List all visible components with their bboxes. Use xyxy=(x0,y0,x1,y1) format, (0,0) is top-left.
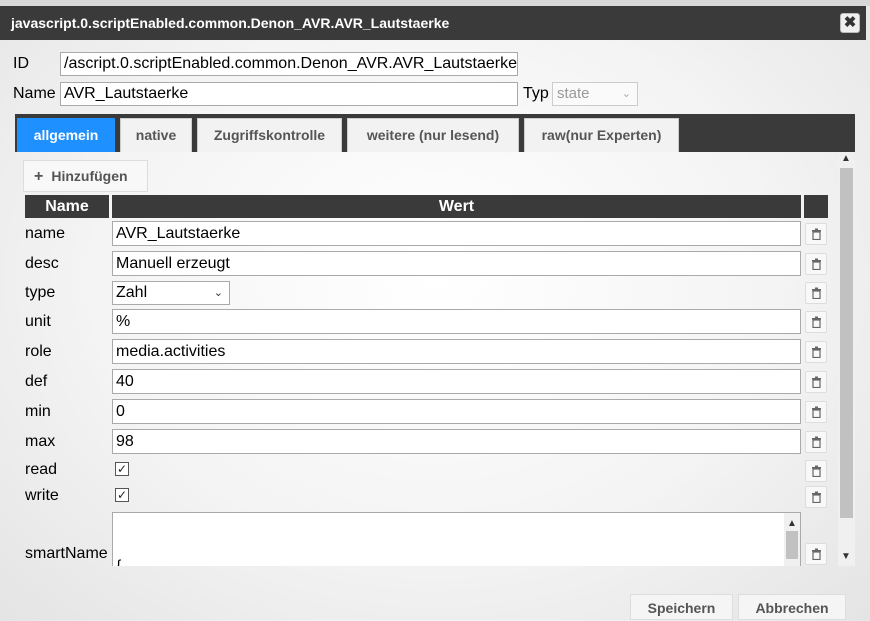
row-label-smartname: smartName xyxy=(25,545,108,562)
chevron-down-icon: ⌄ xyxy=(621,88,631,100)
value-field-def[interactable]: 40 xyxy=(112,369,801,394)
tab-native[interactable]: native xyxy=(120,118,192,152)
scroll-up-icon[interactable]: ▲ xyxy=(841,153,851,164)
name-field[interactable]: AVR_Lautstaerke xyxy=(60,82,518,106)
row-label-def: def xyxy=(25,373,48,390)
name-label: Name xyxy=(13,85,56,102)
checkmark-icon: ✓ xyxy=(116,488,128,502)
delete-button-role[interactable] xyxy=(805,341,827,363)
delete-button-read[interactable] xyxy=(805,460,827,482)
trash-icon xyxy=(812,376,821,388)
type-select[interactable]: Zahl ⌄ xyxy=(112,281,230,305)
write-checkbox[interactable]: ✓ xyxy=(115,488,129,502)
row-label-min: min xyxy=(25,403,51,420)
tab-raw[interactable]: raw(nur Experten) xyxy=(524,118,679,152)
delete-button-write[interactable] xyxy=(805,486,827,508)
delete-button-desc[interactable] xyxy=(805,253,827,275)
delete-button-smartname[interactable] xyxy=(805,543,827,565)
textarea-scrollbar[interactable]: ▲ xyxy=(784,513,800,566)
scroll-down-icon[interactable]: ▼ xyxy=(841,551,851,562)
row-label-write: write xyxy=(25,487,59,504)
smartname-textarea[interactable]: { "de": "Boxen", "byON": "40", ▲ xyxy=(112,512,801,566)
add-button-label: Hinzufügen xyxy=(51,168,128,184)
tab-allgemein[interactable]: allgemein xyxy=(17,118,115,152)
value-field-min[interactable]: 0 xyxy=(112,399,801,424)
chevron-down-icon: ⌄ xyxy=(213,287,223,299)
trash-icon xyxy=(812,406,821,418)
id-label: ID xyxy=(13,55,29,72)
column-header-actions xyxy=(804,195,828,218)
value-field-name[interactable]: AVR_Lautstaerke xyxy=(112,221,801,246)
save-button[interactable]: Speichern xyxy=(630,594,733,620)
trash-icon xyxy=(812,548,821,560)
plus-icon: + xyxy=(34,168,44,185)
smartname-text: { "de": "Boxen", "byON": "40", xyxy=(116,556,797,566)
column-header-value: Wert xyxy=(112,195,801,218)
delete-button-def[interactable] xyxy=(805,371,827,393)
row-label-read: read xyxy=(25,461,58,478)
typ-label: Typ xyxy=(523,85,549,102)
content-scrollbar[interactable]: ▲ ▼ xyxy=(838,152,855,566)
typ-select: state ⌄ xyxy=(552,82,638,106)
dialog-title: javascript.0.scriptEnabled.common.Denon_… xyxy=(11,15,450,31)
textarea-scroll-thumb[interactable] xyxy=(786,531,798,559)
delete-button-min[interactable] xyxy=(805,401,827,423)
typ-select-value: state xyxy=(557,85,590,102)
close-icon: ✖ xyxy=(843,14,857,31)
tab-weitere[interactable]: weitere (nur lesend) xyxy=(347,118,519,152)
trash-icon xyxy=(812,346,821,358)
row-label-name: name xyxy=(25,225,66,242)
type-select-value: Zahl xyxy=(116,284,148,301)
trash-icon xyxy=(812,491,821,503)
row-label-max: max xyxy=(25,433,56,450)
delete-button-unit[interactable] xyxy=(805,311,827,333)
value-field-desc[interactable]: Manuell erzeugt xyxy=(112,251,801,276)
checkmark-icon: ✓ xyxy=(116,462,128,476)
trash-icon xyxy=(812,436,821,448)
row-label-role: role xyxy=(25,343,52,360)
delete-button-name[interactable] xyxy=(805,223,827,245)
row-label-unit: unit xyxy=(25,313,51,330)
id-field[interactable]: /ascript.0.scriptEnabled.common.Denon_AV… xyxy=(60,52,518,76)
value-field-max[interactable]: 98 xyxy=(112,429,801,454)
trash-icon xyxy=(812,287,821,299)
delete-button-max[interactable] xyxy=(805,431,827,453)
read-checkbox[interactable]: ✓ xyxy=(115,462,129,476)
trash-icon xyxy=(812,228,821,240)
content-scroll-thumb[interactable] xyxy=(840,168,853,518)
dialog-titlebar: javascript.0.scriptEnabled.common.Denon_… xyxy=(0,6,866,40)
tab-zugriffskontrolle[interactable]: Zugriffskontrolle xyxy=(197,118,342,152)
trash-icon xyxy=(812,258,821,270)
tab-content: + Hinzufügen Name Wert name AVR_Lautstaer… xyxy=(15,152,855,566)
value-field-unit[interactable]: % xyxy=(112,309,801,334)
row-label-desc: desc xyxy=(25,255,59,272)
column-header-name: Name xyxy=(25,195,109,218)
delete-button-type[interactable] xyxy=(805,282,827,304)
trash-icon xyxy=(812,316,821,328)
cancel-button[interactable]: Abbrechen xyxy=(738,594,846,620)
tab-bar: allgemein native Zugriffskontrolle weite… xyxy=(15,114,855,152)
close-button[interactable]: ✖ xyxy=(840,13,860,33)
row-label-type: type xyxy=(25,284,56,301)
value-field-role[interactable]: media.activities xyxy=(112,339,801,364)
trash-icon xyxy=(812,465,821,477)
add-button[interactable]: + Hinzufügen xyxy=(23,160,148,192)
